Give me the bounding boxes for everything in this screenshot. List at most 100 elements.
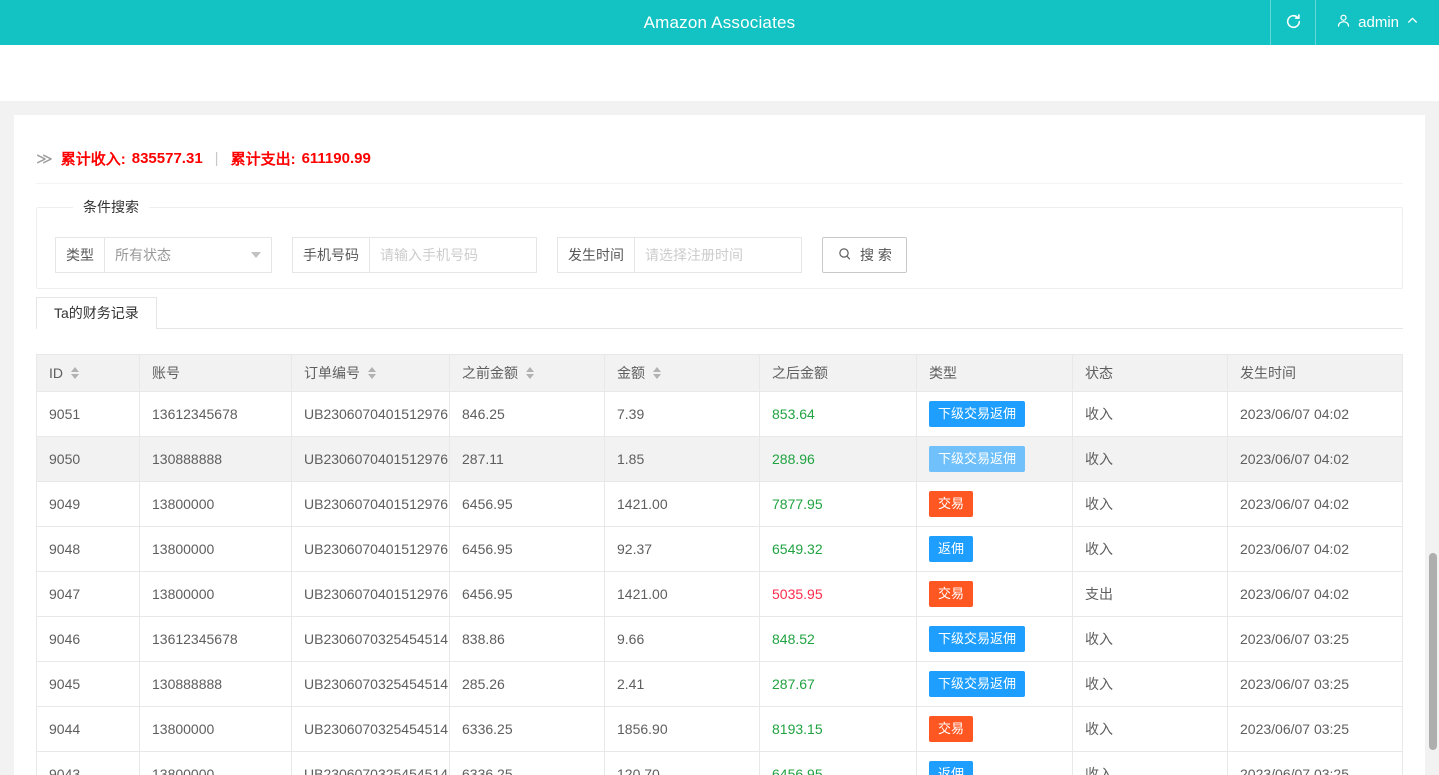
time-input[interactable]: 请选择注册时间 [634,237,802,273]
cell-after-amount: 848.52 [760,617,917,662]
type-badge[interactable]: 返佣 [929,761,973,775]
cell-order-no: UB2306070401512976 [292,437,450,482]
sort-icon[interactable] [368,367,376,379]
cell-type: 交易 [917,482,1073,527]
cell-type: 返佣 [917,527,1073,572]
cell-type: 下级交易返佣 [917,392,1073,437]
cell-amount: 2.41 [605,662,760,707]
cell-id: 9046 [37,617,140,662]
column-header[interactable]: 订单编号 [292,355,450,392]
table-row: 9048 13800000 UB2306070401512976 6456.95… [37,527,1403,572]
type-filter-group: 类型 所有状态 [55,237,272,273]
cell-order-no: UB2306070401512976 [292,482,450,527]
type-badge[interactable]: 返佣 [929,536,973,562]
column-header[interactable]: 之前金额 [450,355,605,392]
phone-input[interactable]: 请输入手机号码 [369,237,537,273]
cell-account: 13800000 [140,752,292,775]
tab-bar: Ta的财务记录 [36,296,1403,329]
user-menu[interactable]: admin [1316,0,1439,45]
time-placeholder: 请选择注册时间 [645,245,743,265]
cell-type: 下级交易返佣 [917,617,1073,662]
column-header[interactable]: 类型 [917,355,1073,392]
cell-after-amount: 853.64 [760,392,917,437]
time-filter-group: 发生时间 请选择注册时间 [557,237,802,273]
table-row: 9046 13612345678 UB2306070325454514 838.… [37,617,1403,662]
table-row: 9050 130888888 UB2306070401512976 287.11… [37,437,1403,482]
cell-id: 9047 [37,572,140,617]
summary-separator: | [203,150,231,167]
cell-time: 2023/06/07 03:25 [1228,662,1403,707]
cell-account: 13800000 [140,482,292,527]
sort-icon[interactable] [526,367,534,379]
cell-before-amount: 6456.95 [450,572,605,617]
cell-amount: 1856.90 [605,707,760,752]
phone-filter-group: 手机号码 请输入手机号码 [292,237,537,273]
type-badge[interactable]: 交易 [929,491,973,517]
column-header[interactable]: 发生时间 [1228,355,1403,392]
cell-order-no: UB2306070401512976 [292,392,450,437]
cell-amount: 120.70 [605,752,760,775]
app-title: Amazon Associates [0,13,1439,33]
cell-before-amount: 6456.95 [450,527,605,572]
cell-time: 2023/06/07 03:25 [1228,707,1403,752]
cell-account: 13800000 [140,572,292,617]
cell-before-amount: 6336.25 [450,707,605,752]
table-row: 9043 13800000 UB2306070325454514 6336.25… [37,752,1403,775]
cell-before-amount: 285.26 [450,662,605,707]
cell-id: 9048 [37,527,140,572]
cell-status: 收入 [1073,482,1228,527]
sort-icon[interactable] [653,367,661,379]
cell-type: 下级交易返佣 [917,437,1073,482]
cell-order-no: UB2306070401512976 [292,527,450,572]
cell-order-no: UB2306070401512976 [292,572,450,617]
type-badge[interactable]: 下级交易返佣 [929,401,1025,427]
cell-status: 收入 [1073,437,1228,482]
double-chevron-icon: ≫ [36,149,53,169]
type-select[interactable]: 所有状态 [104,237,272,273]
column-label: 发生时间 [1240,363,1296,383]
search-icon [837,246,853,265]
column-header[interactable]: 状态 [1073,355,1228,392]
type-badge[interactable]: 下级交易返佣 [929,446,1025,472]
sort-icon[interactable] [71,367,79,379]
type-badge[interactable]: 下级交易返佣 [929,671,1025,697]
tab-financial-records[interactable]: Ta的财务记录 [36,297,157,329]
column-header[interactable]: 金额 [605,355,760,392]
search-button-label: 搜 索 [860,245,892,265]
cell-account: 130888888 [140,662,292,707]
type-badge[interactable]: 下级交易返佣 [929,626,1025,652]
total-expense-value: 611190.99 [302,150,371,167]
column-header[interactable]: 之后金额 [760,355,917,392]
cell-status: 支出 [1073,572,1228,617]
cell-id: 9043 [37,752,140,775]
column-label: 状态 [1085,363,1113,383]
cell-id: 9050 [37,437,140,482]
scrollbar-thumb[interactable] [1429,553,1437,750]
cell-time: 2023/06/07 04:02 [1228,482,1403,527]
search-button[interactable]: 搜 索 [822,237,907,273]
cell-after-amount: 6549.32 [760,527,917,572]
cell-before-amount: 838.86 [450,617,605,662]
column-header[interactable]: 账号 [140,355,292,392]
cell-status: 收入 [1073,617,1228,662]
type-badge[interactable]: 交易 [929,716,973,742]
cell-amount: 1421.00 [605,482,760,527]
refresh-button[interactable] [1270,0,1316,45]
top-header-bar: Amazon Associates admin [0,0,1439,45]
cell-after-amount: 287.67 [760,662,917,707]
table-header-row: ID 账号 订单编号 之前金额 金额 之后金额 类型 [37,355,1403,392]
type-badge[interactable]: 交易 [929,581,973,607]
cell-order-no: UB2306070325454514 [292,617,450,662]
cell-after-amount: 7877.95 [760,482,917,527]
cell-after-amount: 6456.95 [760,752,917,775]
records-table: ID 账号 订单编号 之前金额 金额 之后金额 类型 [36,354,1403,775]
cell-amount: 92.37 [605,527,760,572]
main-nav [0,45,1439,101]
column-header[interactable]: ID [37,355,140,392]
phone-placeholder: 请输入手机号码 [380,245,478,265]
cell-time: 2023/06/07 03:25 [1228,617,1403,662]
chevron-up-icon [1406,14,1419,31]
table-row: 9051 13612345678 UB2306070401512976 846.… [37,392,1403,437]
content-card: ≫ 累计收入: 835577.31 | 累计支出: 611190.99 条件搜索… [14,115,1425,775]
cell-status: 收入 [1073,752,1228,775]
